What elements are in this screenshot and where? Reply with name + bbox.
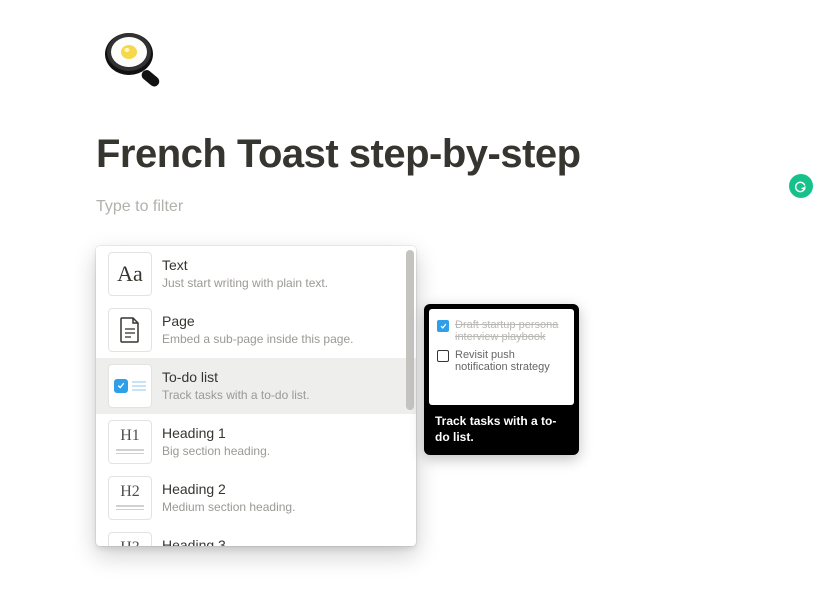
preview-todo-text: Draft startup persona interview playbook bbox=[455, 319, 566, 343]
block-option-text: Heading 1Big section heading. bbox=[162, 424, 404, 459]
heading-icon: H1 bbox=[116, 428, 144, 456]
block-option-h2[interactable]: H2 Heading 2Medium section heading. bbox=[96, 470, 416, 526]
block-option-title: Text bbox=[162, 256, 404, 275]
preview-todo-row: Revisit push notification strategy bbox=[437, 349, 566, 373]
block-filter-input[interactable] bbox=[96, 196, 737, 218]
preview-todo-text: Revisit push notification strategy bbox=[455, 349, 566, 373]
block-option-text: To-do listTrack tasks with a to-do list. bbox=[162, 368, 404, 403]
block-option-h3[interactable]: H3 Heading 3Small section heading. bbox=[96, 526, 416, 546]
block-option-text: TextJust start writing with plain text. bbox=[162, 256, 404, 291]
block-option-desc: Track tasks with a to-do list. bbox=[162, 387, 404, 403]
grammarly-icon[interactable] bbox=[789, 174, 813, 198]
preview-todo-row: Draft startup persona interview playbook bbox=[437, 319, 566, 343]
block-option-text: PageEmbed a sub-page inside this page. bbox=[162, 312, 404, 347]
block-option-desc: Medium section heading. bbox=[162, 499, 404, 515]
block-option-icon: Aa bbox=[108, 252, 152, 296]
heading-icon: H3 bbox=[116, 540, 144, 546]
block-option-title: Page bbox=[162, 312, 404, 331]
block-option-title: Heading 3 bbox=[162, 536, 404, 546]
page-title[interactable]: French Toast step-by-step bbox=[96, 130, 737, 178]
block-option-text[interactable]: Aa TextJust start writing with plain text… bbox=[96, 246, 416, 302]
block-option-desc: Just start writing with plain text. bbox=[162, 275, 404, 291]
page-icon[interactable] bbox=[96, 24, 174, 102]
preview-thumbnail: Draft startup persona interview playbook… bbox=[429, 309, 574, 405]
todo-icon bbox=[114, 379, 146, 393]
text-icon: Aa bbox=[117, 261, 143, 287]
block-option-icon: H3 bbox=[108, 532, 152, 546]
menu-scrollbar[interactable] bbox=[406, 250, 414, 410]
checkbox-checked-icon bbox=[437, 320, 449, 332]
block-preview-tooltip: Draft startup persona interview playbook… bbox=[424, 304, 579, 455]
block-option-title: To-do list bbox=[162, 368, 404, 387]
block-option-text: Heading 3Small section heading. bbox=[162, 536, 404, 546]
preview-caption: Track tasks with a to-do list. bbox=[429, 405, 574, 447]
page-icon bbox=[119, 317, 141, 343]
block-option-desc: Big section heading. bbox=[162, 443, 404, 459]
block-option-title: Heading 2 bbox=[162, 480, 404, 499]
block-option-icon bbox=[108, 364, 152, 408]
heading-icon: H2 bbox=[116, 484, 144, 512]
block-option-icon: H2 bbox=[108, 476, 152, 520]
block-option-text: Heading 2Medium section heading. bbox=[162, 480, 404, 515]
block-option-page[interactable]: PageEmbed a sub-page inside this page. bbox=[96, 302, 416, 358]
block-option-desc: Embed a sub-page inside this page. bbox=[162, 331, 404, 347]
checkbox-unchecked-icon bbox=[437, 350, 449, 362]
block-type-menu: Aa TextJust start writing with plain text… bbox=[96, 246, 416, 546]
block-option-title: Heading 1 bbox=[162, 424, 404, 443]
block-option-todo[interactable]: To-do listTrack tasks with a to-do list. bbox=[96, 358, 416, 414]
block-option-icon: H1 bbox=[108, 420, 152, 464]
block-option-icon bbox=[108, 308, 152, 352]
block-option-h1[interactable]: H1 Heading 1Big section heading. bbox=[96, 414, 416, 470]
